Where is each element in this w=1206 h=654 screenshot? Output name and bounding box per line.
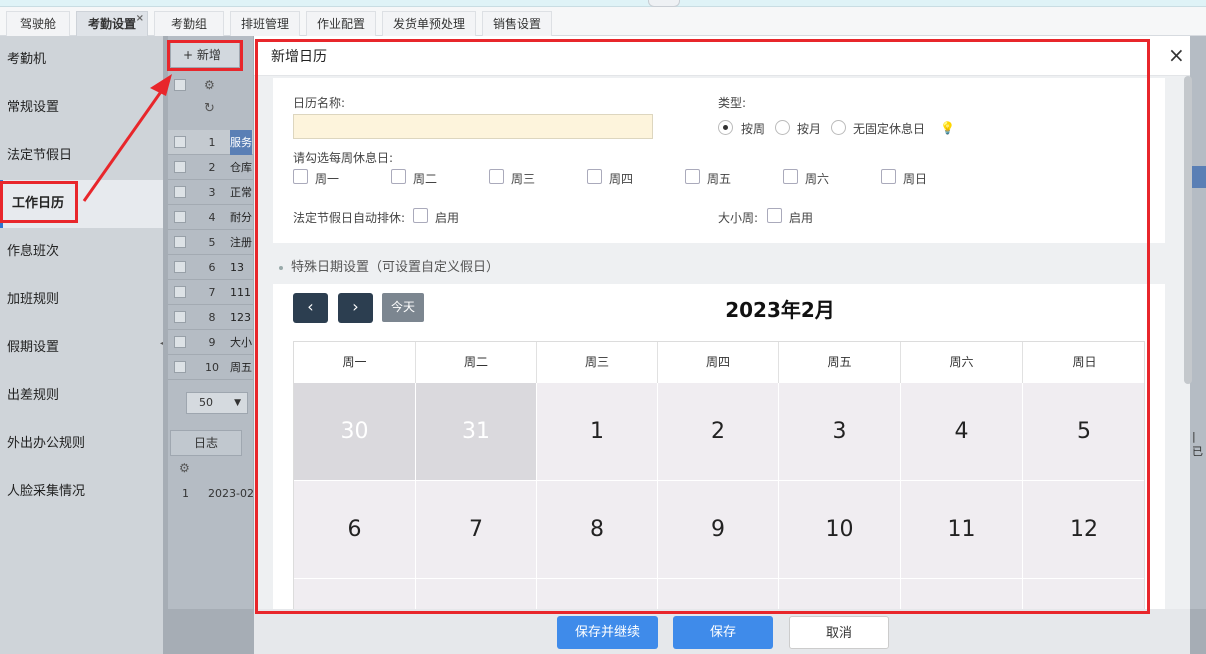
annotation-arrow-icon xyxy=(82,74,172,202)
